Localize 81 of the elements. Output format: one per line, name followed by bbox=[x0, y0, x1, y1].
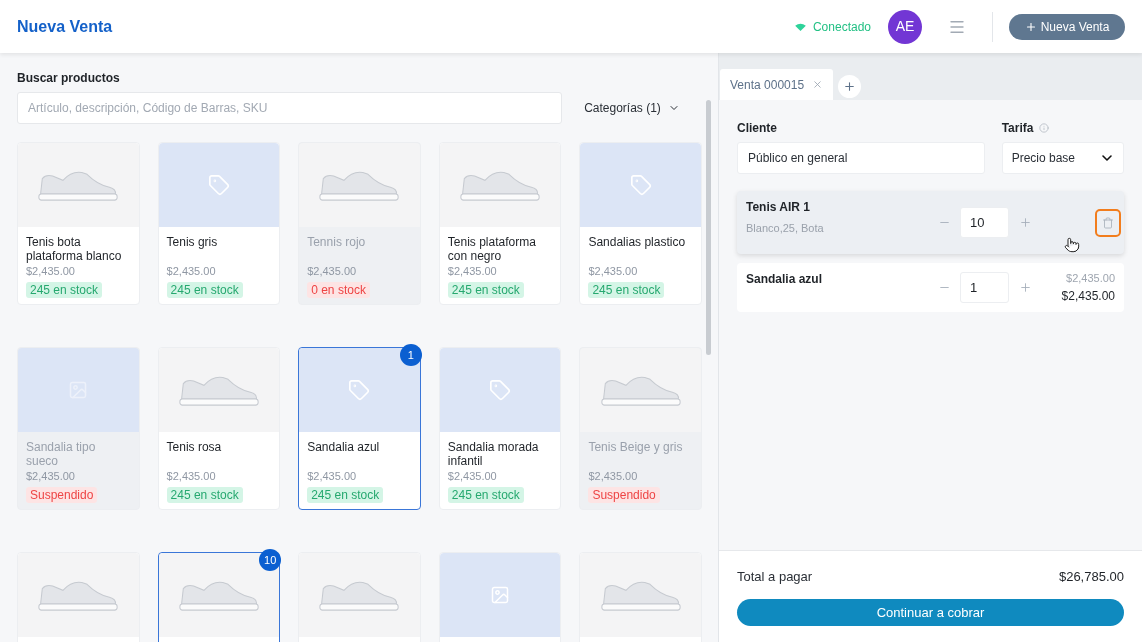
plus-icon[interactable] bbox=[1019, 281, 1032, 294]
search-field[interactable]: Artículo, descripción, Código de Barras, SKU bbox=[17, 92, 562, 124]
category-filter[interactable]: Categorías (1) bbox=[584, 99, 680, 117]
product-price: $2,435.00 bbox=[26, 470, 75, 482]
product-name: Tennis rojo bbox=[307, 235, 367, 249]
product-card[interactable]: Tenis plataforma con negro $2,435.00 245 en stock bbox=[438, 142, 562, 305]
tag-icon bbox=[348, 379, 371, 401]
tab-label: Venta 000015 bbox=[730, 76, 805, 94]
delete-button[interactable] bbox=[1095, 208, 1121, 237]
item-name: Sandalia azul bbox=[746, 272, 824, 286]
item-variant: Blanco,25, Bota bbox=[746, 222, 825, 234]
scrollbar[interactable] bbox=[706, 100, 711, 355]
tag-icon bbox=[629, 174, 652, 196]
stock-badge: 245 en stock bbox=[447, 487, 524, 503]
close-icon[interactable] bbox=[812, 79, 824, 90]
product-price: $2,435.00 bbox=[307, 265, 357, 277]
stock-badge: Suspendido bbox=[588, 487, 660, 503]
search-label: Buscar productos bbox=[17, 71, 121, 85]
tag-icon bbox=[489, 379, 512, 401]
item-price: $2,435.00 bbox=[1061, 289, 1115, 303]
tag-icon bbox=[207, 174, 230, 196]
image-icon bbox=[490, 585, 511, 605]
wifi-icon bbox=[794, 22, 806, 31]
plus-icon[interactable] bbox=[1019, 216, 1032, 229]
product-card[interactable]: Sandalias plastico $2,435.00 245 en stock bbox=[579, 142, 702, 305]
product-name: Tenis gris bbox=[166, 235, 219, 249]
rate-select[interactable]: Precio base bbox=[1001, 142, 1124, 174]
product-card[interactable]: Tenis bota plataforma blanco $2,435.00 245 en stock bbox=[17, 142, 140, 305]
product-name: Sandalia morada infantil bbox=[447, 440, 540, 468]
connection-status: Conectado bbox=[812, 18, 871, 36]
rate-label: Tarifa bbox=[1001, 121, 1034, 135]
product-price: $2,435.00 bbox=[588, 470, 638, 482]
product-price: $2,435.00 bbox=[447, 265, 497, 277]
quantity-count-badge: 10 bbox=[259, 549, 282, 571]
total-label: Total a pagar bbox=[737, 568, 813, 587]
page-title: Nueva Venta bbox=[17, 16, 113, 37]
product-name: Tenis plataforma con negro bbox=[447, 235, 537, 263]
quantity-field[interactable]: 1 bbox=[960, 272, 1009, 303]
product-name: Sandalia azul bbox=[307, 440, 381, 454]
cart-item[interactable]: Tenis AIR 1 Blanco,25, Bota 10 bbox=[737, 191, 1124, 254]
product-price: $2,435.00 bbox=[166, 470, 216, 482]
product-name: Tenis rosa bbox=[166, 440, 223, 454]
product-price: $2,435.00 bbox=[307, 470, 357, 482]
product-price: $2,435.00 bbox=[166, 265, 216, 277]
product-name: Sandalias plastico bbox=[588, 235, 687, 249]
product-price: $2,435.00 bbox=[26, 265, 75, 277]
plus-icon bbox=[1024, 20, 1037, 33]
stock-badge: 245 en stock bbox=[26, 282, 103, 298]
stock-badge: 245 en stock bbox=[307, 487, 384, 503]
new-sale-button[interactable]: Nueva Venta bbox=[1009, 13, 1125, 40]
product-card[interactable]: Sandalia azul $2,435.00 245 en stock 1 bbox=[298, 347, 421, 510]
product-card[interactable]: Sandalia morada infantil $2,435.00 245 en stock bbox=[438, 347, 562, 510]
item-name: Tenis AIR 1 bbox=[746, 200, 811, 214]
cart-item[interactable]: Sandalia azul 1 $2,435.00 $2,435.00 bbox=[737, 263, 1124, 312]
product-price: $2,435.00 bbox=[588, 265, 638, 277]
client-label: Cliente bbox=[737, 121, 778, 135]
stock-badge: 245 en stock bbox=[588, 282, 665, 298]
stock-badge: 245 en stock bbox=[166, 487, 243, 503]
total-amount: $26,785.00 bbox=[1058, 568, 1124, 587]
product-price: $2,435.00 bbox=[447, 470, 497, 482]
user-avatar[interactable]: AE bbox=[888, 9, 922, 44]
plus-icon bbox=[843, 80, 857, 93]
list-price: $2,435.00 bbox=[1066, 272, 1115, 284]
trash-icon bbox=[1102, 216, 1114, 229]
product-name: Sandalia tipo sueco bbox=[26, 440, 97, 468]
product-name: Tenis Beige y gris bbox=[588, 440, 684, 454]
stock-badge: 0 en stock bbox=[307, 282, 370, 298]
product-card[interactable]: 10 bbox=[157, 552, 281, 642]
product-name: Tenis bota plataforma blanco bbox=[26, 235, 123, 263]
info-icon[interactable] bbox=[1039, 123, 1050, 133]
client-field[interactable]: Público en general bbox=[737, 142, 985, 174]
stock-badge: 245 en stock bbox=[166, 282, 243, 298]
stock-badge: 245 en stock bbox=[447, 282, 524, 298]
quantity-field[interactable]: 10 bbox=[960, 207, 1009, 238]
product-card[interactable]: Tenis rosa $2,435.00 245 en stock bbox=[157, 347, 281, 510]
add-tab-button[interactable] bbox=[838, 75, 862, 98]
checkout-button[interactable]: Continuar a cobrar bbox=[737, 599, 1124, 626]
hand-pointer-icon bbox=[1064, 237, 1080, 253]
stock-badge: Suspendido bbox=[26, 487, 98, 503]
product-card[interactable]: Tenis gris $2,435.00 245 en stock bbox=[157, 142, 281, 305]
sale-tab[interactable]: Venta 000015 bbox=[720, 69, 834, 100]
